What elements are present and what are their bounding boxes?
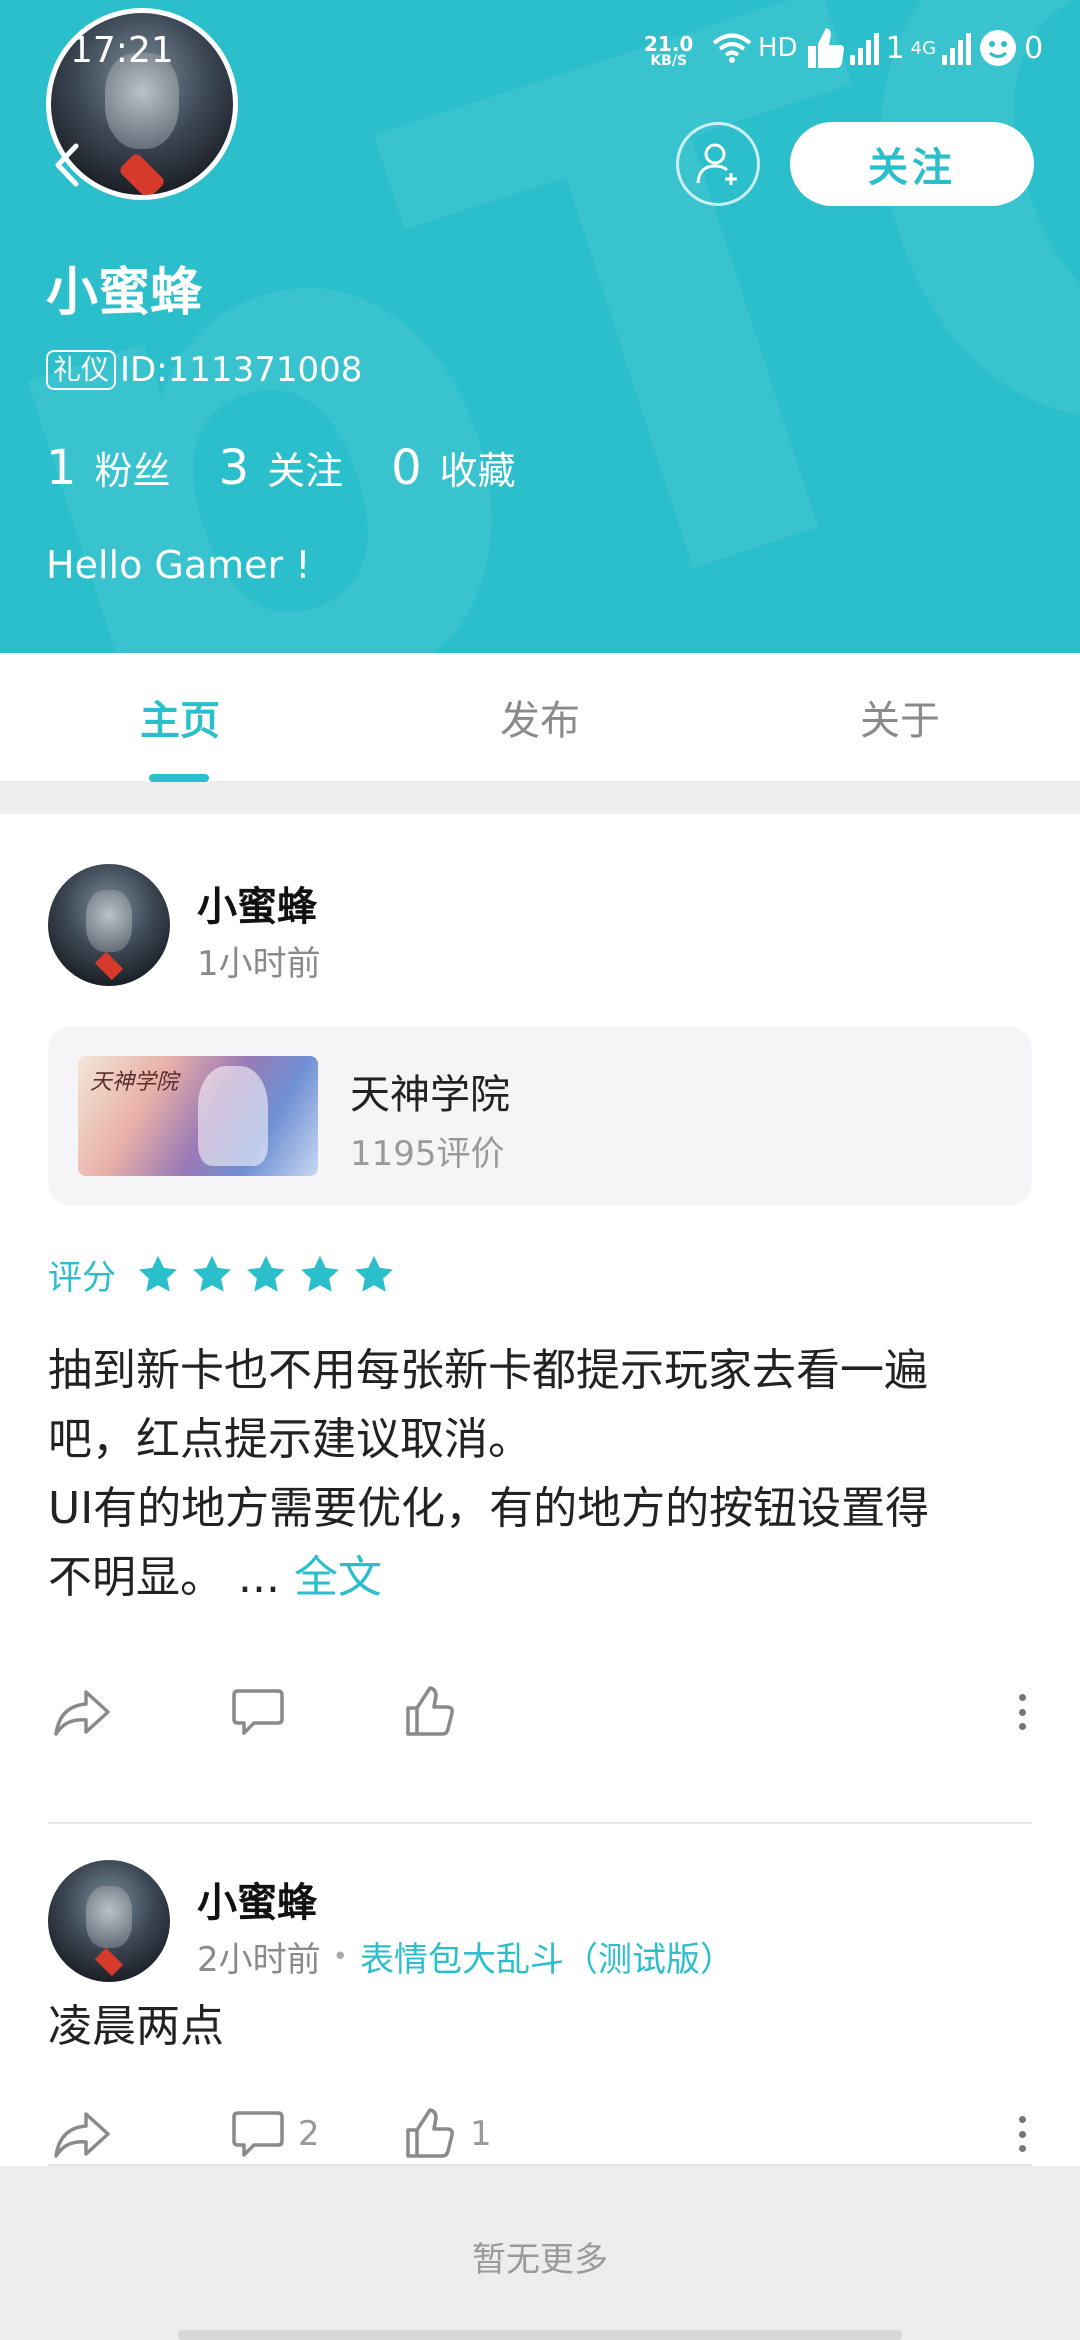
nav-gesture-bar[interactable] — [178, 2330, 902, 2340]
share-button[interactable] — [52, 2094, 126, 2174]
share-icon — [54, 1690, 110, 1736]
like-count: 1 — [470, 2114, 492, 2154]
stat-following-label: 关注 — [267, 449, 344, 493]
star-icon — [301, 1255, 339, 1292]
post-time-text: 1小时前 — [197, 944, 321, 984]
tab-active-indicator — [149, 774, 209, 782]
game-link[interactable]: 表情包大乱斗（测试版） — [360, 1932, 734, 1981]
share-icon — [54, 2112, 110, 2158]
stat-fans-label: 粉丝 — [94, 449, 171, 493]
profile-stats: 1 粉丝 3 关注 0 收藏 — [46, 440, 564, 496]
stat-favorites-label: 收藏 — [439, 449, 516, 493]
post-body: 抽到新卡也不用每张新卡都提示玩家去看一遍 吧，红点提示建议取消。 UI有的地方需… — [48, 1336, 1038, 1612]
rating-row: 评分 — [48, 1250, 406, 1299]
star-icon — [139, 1255, 177, 1292]
game-card[interactable]: 天神学院 天神学院 1195评价 — [48, 1026, 1032, 1206]
comment-icon — [232, 1689, 284, 1735]
etiquette-badge: 礼仪 — [46, 350, 117, 390]
post-avatar[interactable] — [48, 864, 170, 986]
post-card: 小蜜蜂 2小时前 • 表情包大乱斗（测试版） 凌晨两点 2 1 — [0, 1824, 1080, 2158]
like-button[interactable]: 1 — [404, 2094, 492, 2174]
post-author[interactable]: 小蜜蜂 — [197, 874, 317, 932]
star-icon — [247, 1255, 285, 1292]
feed: 小蜜蜂 1小时前 天神学院 天神学院 1195评价 评分 抽到新卡也不用每张新卡… — [0, 814, 1080, 2166]
more-options-icon[interactable] — [1010, 2116, 1034, 2152]
profile-name: 小蜜蜂 — [46, 263, 203, 323]
rating-label: 评分 — [48, 1258, 116, 1298]
share-button[interactable] — [52, 1672, 126, 1752]
add-user-icon — [696, 143, 737, 185]
comment-count: 2 — [298, 2114, 320, 2154]
tab-home[interactable]: 主页 — [0, 653, 360, 781]
game-review-count: 1195评价 — [350, 1134, 505, 1174]
thumbs-up-icon — [406, 2108, 454, 2158]
post-body: 凌晨两点 — [48, 2001, 224, 2052]
post-card: 小蜜蜂 1小时前 天神学院 天神学院 1195评价 评分 抽到新卡也不用每张新卡… — [0, 814, 1080, 1736]
game-thumbnail: 天神学院 — [78, 1056, 318, 1176]
post-time: 1小时前 — [197, 936, 321, 985]
post-author[interactable]: 小蜜蜂 — [197, 1870, 317, 1928]
follow-button[interactable]: 关注 — [790, 122, 1034, 206]
post-body-tail: 不明显。 ... — [48, 1552, 294, 1603]
tab-about[interactable]: 关于 — [720, 653, 1080, 781]
post-body-line: 吧，红点提示建议取消。 — [48, 1414, 532, 1465]
game-logo: 天神学院 — [90, 1070, 179, 1095]
game-title: 天神学院 — [350, 1072, 510, 1118]
profile-tabs: 主页 发布 关于 — [0, 653, 1080, 781]
read-more-link[interactable]: 全文 — [294, 1552, 382, 1603]
profile-id-row: 礼仪 ID:111371008 — [46, 350, 362, 390]
post-body-line: UI有的地方需要优化，有的地方的按钮设置得 — [48, 1483, 930, 1534]
stat-following[interactable]: 3 关注 — [219, 440, 344, 496]
comment-icon — [232, 2111, 284, 2157]
profile-header: pTO 21.0 KB/S HD 1 4G 0 17:21 关注 小蜜蜂 礼仪 … — [0, 0, 1080, 653]
like-button[interactable] — [404, 1672, 470, 1752]
star-icon — [355, 1255, 393, 1292]
stat-favorites[interactable]: 0 收藏 — [391, 440, 516, 496]
stat-fans-num: 1 — [46, 440, 77, 496]
post-actions: 2 1 — [0, 2094, 1080, 2174]
status-time: 17:21 — [70, 30, 174, 71]
thumbs-up-icon — [406, 1686, 454, 1736]
post-time: 2小时前 • 表情包大乱斗（测试版） — [197, 1932, 734, 1981]
tab-posts[interactable]: 发布 — [360, 653, 720, 781]
add-friend-button[interactable] — [676, 122, 760, 206]
comment-button[interactable]: 2 — [232, 2094, 320, 2174]
no-more-indicator: 暂无更多 — [0, 2166, 1080, 2340]
stat-following-num: 3 — [218, 440, 250, 496]
post-time-text: 2小时前 — [197, 1940, 321, 1980]
profile-id: ID:111371008 — [120, 350, 363, 390]
stat-favorites-num: 0 — [391, 440, 422, 496]
post-actions — [0, 1672, 1080, 1752]
post-avatar[interactable] — [48, 1860, 170, 1982]
star-icon — [193, 1255, 231, 1292]
post-body-line: 抽到新卡也不用每张新卡都提示玩家去看一遍 — [48, 1345, 928, 1396]
stat-fans[interactable]: 1 粉丝 — [46, 440, 171, 496]
post-body-line: 不明显。 ... 全文 — [48, 1543, 1038, 1612]
profile-bio: Hello Gamer ! — [46, 543, 311, 587]
more-options-icon[interactable] — [1010, 1694, 1034, 1730]
back-arrow-icon[interactable] — [48, 140, 88, 190]
comment-button[interactable] — [232, 1672, 298, 1752]
separator-dot: • — [332, 1941, 348, 1972]
